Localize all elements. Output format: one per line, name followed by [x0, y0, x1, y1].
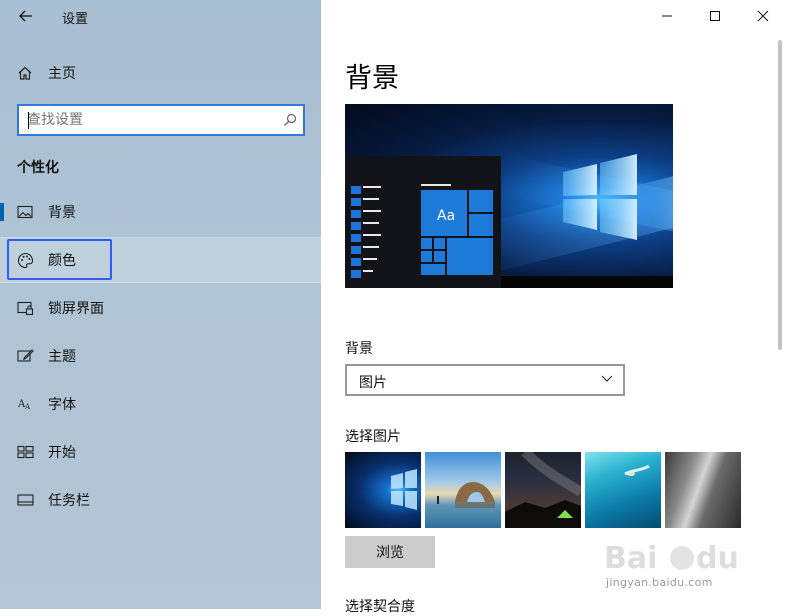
windows-logo-image — [563, 154, 637, 240]
search-box[interactable] — [17, 104, 305, 136]
font-icon: AA — [16, 395, 34, 413]
nav-label-taskbar: 任务栏 — [48, 493, 90, 509]
svg-text:A: A — [24, 403, 31, 411]
night-sky-image — [505, 452, 581, 528]
background-preview: Aa — [345, 104, 673, 288]
nav-item-lock-screen[interactable]: 锁屏界面 — [0, 285, 321, 331]
active-indicator — [0, 203, 4, 221]
close-button[interactable] — [740, 0, 786, 32]
thumbnail-windows-hero[interactable] — [345, 452, 421, 528]
nav-item-start[interactable]: 开始 — [0, 429, 321, 475]
image-icon — [16, 203, 34, 221]
page-title: 背景 — [345, 63, 399, 94]
thumbnail-beach-rock-arch[interactable] — [425, 452, 501, 528]
main-content: 背景 Aa 背景 图片 选择图片 浏览 选择契合度 — [321, 0, 786, 615]
nav-item-fonts[interactable]: AA 字体 — [0, 381, 321, 427]
background-type-select[interactable]: 图片 — [345, 364, 625, 396]
maximize-button[interactable] — [692, 0, 738, 32]
thumbnail-rock-cliff[interactable] — [665, 452, 741, 528]
preview-tile-text: Aa — [437, 208, 456, 224]
rock-arch-image — [437, 482, 495, 508]
text-caret — [28, 112, 29, 129]
nav-label-colors: 颜色 — [48, 253, 76, 269]
chevron-down-icon — [601, 375, 613, 382]
windows-logo-image — [391, 469, 417, 510]
nav-item-colors[interactable]: 颜色 — [0, 237, 321, 283]
nav-label-themes: 主题 — [48, 349, 76, 365]
minimize-icon — [662, 15, 672, 17]
home-icon — [16, 64, 34, 82]
start-icon — [16, 443, 34, 461]
nav-item-themes[interactable]: 主题 — [0, 333, 321, 379]
nav-label-start: 开始 — [48, 445, 76, 461]
thumbnail-underwater-swimmer[interactable] — [585, 452, 661, 528]
taskbar-icon — [16, 491, 34, 509]
preview-start-menu: Aa — [345, 156, 501, 288]
thumbnail-night-sky-tent[interactable] — [505, 452, 581, 528]
nav-item-home[interactable]: 主页 — [0, 50, 321, 96]
sidebar: 设置 主页 个性化 背景 颜色 锁屏界面 — [0, 0, 321, 609]
search-icon[interactable] — [283, 113, 297, 127]
watermark-url: jingyan.baidu.com — [606, 576, 713, 589]
nav-item-background[interactable]: 背景 — [0, 189, 321, 235]
lock-screen-icon — [16, 299, 34, 317]
close-icon — [757, 10, 769, 22]
back-arrow-icon — [19, 10, 32, 22]
section-heading: 个性化 — [17, 160, 59, 176]
background-type-value: 图片 — [359, 375, 387, 391]
theme-brush-icon — [16, 347, 34, 365]
minimize-button[interactable] — [644, 0, 690, 32]
nav-label-lock-screen: 锁屏界面 — [48, 301, 104, 317]
app-title: 设置 — [62, 12, 89, 27]
palette-icon — [16, 251, 34, 269]
nav-label-background: 背景 — [48, 205, 76, 221]
nav-label-home: 主页 — [48, 66, 76, 82]
underwater-image — [624, 464, 650, 476]
background-label: 背景 — [345, 341, 373, 357]
choose-fit-label: 选择契合度 — [345, 599, 415, 615]
maximize-icon — [710, 11, 720, 21]
browse-button[interactable]: 浏览 — [345, 536, 435, 568]
nav-item-taskbar[interactable]: 任务栏 — [0, 477, 321, 523]
scrollbar[interactable] — [778, 40, 782, 350]
choose-picture-label: 选择图片 — [345, 429, 401, 445]
nav-label-fonts: 字体 — [48, 397, 76, 413]
search-input[interactable] — [25, 110, 275, 130]
back-button[interactable] — [14, 6, 38, 26]
